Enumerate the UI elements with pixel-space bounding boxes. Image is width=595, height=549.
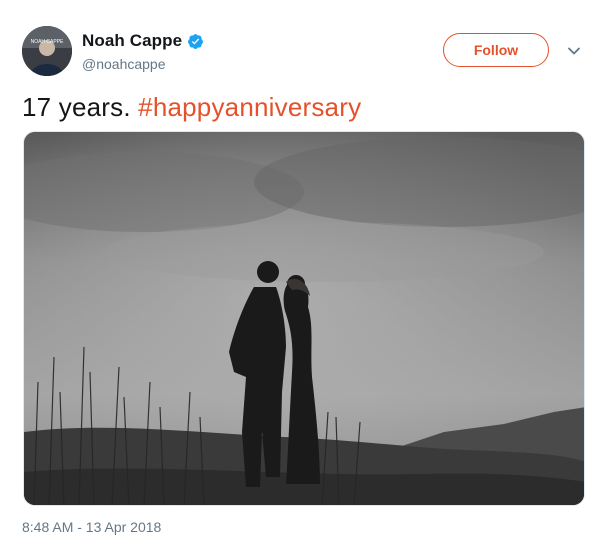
photo-couple-image — [24, 132, 584, 505]
tweet-text: 17 years. #happyanniversary — [22, 92, 361, 123]
tweet-card: NOAH CAPPE Noah Cappe @noahcappe Follow … — [0, 0, 595, 549]
author-info: Noah Cappe @noahcappe — [82, 30, 204, 72]
tweet-timestamp[interactable]: 8:48 AM - 13 Apr 2018 — [22, 519, 161, 535]
follow-button[interactable]: Follow — [443, 33, 549, 67]
author-handle[interactable]: @noahcappe — [82, 56, 204, 72]
verified-badge-icon — [187, 33, 204, 50]
hashtag-link[interactable]: #happyanniversary — [138, 92, 361, 122]
author-avatar[interactable]: NOAH CAPPE — [22, 26, 72, 76]
author-display-name[interactable]: Noah Cappe — [82, 31, 182, 51]
tweet-text-plain: 17 years. — [22, 92, 139, 122]
avatar-logo-text: NOAH CAPPE — [31, 39, 64, 45]
avatar-image: NOAH CAPPE — [22, 26, 72, 76]
tweet-photo[interactable] — [23, 131, 585, 506]
chevron-down-icon[interactable] — [566, 43, 582, 59]
